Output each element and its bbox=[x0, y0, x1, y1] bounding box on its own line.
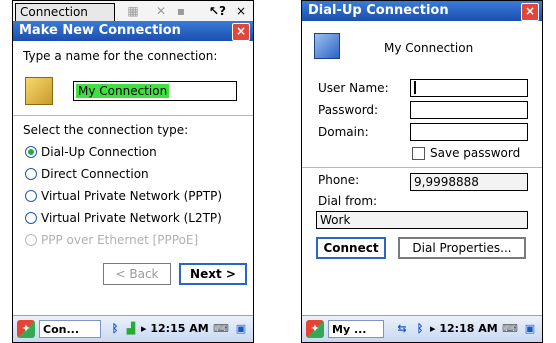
domain-input[interactable] bbox=[410, 123, 528, 141]
dialog-titlebar: Make New Connection × bbox=[13, 21, 253, 41]
option-label: Virtual Private Network (L2TP) bbox=[41, 211, 222, 225]
make-new-connection-screen: Connection ▦ ✕ ▪ ↖? × Make New Connectio… bbox=[12, 0, 254, 343]
name-prompt: Type a name for the connection: bbox=[23, 49, 218, 63]
clock[interactable]: ▸ 12:18 AM bbox=[430, 320, 498, 338]
toolbar-grid-icon[interactable]: ▦ bbox=[125, 4, 141, 18]
next-button[interactable]: Next > bbox=[179, 263, 247, 285]
task-label: My ... bbox=[332, 323, 367, 336]
taskbar-app-button[interactable]: Con... bbox=[39, 320, 101, 338]
text-cursor bbox=[414, 81, 416, 94]
toolbar-delete-icon[interactable]: ✕ bbox=[153, 4, 169, 18]
save-password-label: Save password bbox=[430, 146, 521, 160]
domain-label: Domain: bbox=[318, 125, 369, 139]
connection-icon bbox=[25, 77, 53, 105]
phone-field: 9,9998888 bbox=[410, 173, 528, 191]
save-password-checkbox[interactable] bbox=[412, 147, 425, 160]
close-button[interactable]: × bbox=[521, 3, 539, 21]
connection-name-input[interactable]: My Connection bbox=[73, 81, 237, 101]
task-label: Con... bbox=[43, 323, 79, 336]
close-button[interactable]: × bbox=[232, 23, 250, 41]
password-label: Password: bbox=[318, 103, 379, 117]
radio-icon bbox=[25, 189, 37, 202]
dialog-title: Make New Connection bbox=[19, 23, 181, 38]
option-dial-up[interactable]: Dial-Up Connection bbox=[25, 145, 157, 159]
option-label: Dial-Up Connection bbox=[41, 145, 157, 159]
connection-tab[interactable]: Connection bbox=[15, 3, 115, 21]
dial-from-field: Work bbox=[316, 211, 528, 229]
clock[interactable]: ▸ 12:15 AM bbox=[141, 320, 209, 338]
help-icon[interactable]: ↖? bbox=[209, 4, 226, 18]
radio-icon bbox=[25, 211, 37, 224]
toolbar-properties-icon[interactable]: ▪ bbox=[173, 4, 189, 18]
separator bbox=[13, 115, 253, 116]
clock-label: 12:18 AM bbox=[439, 322, 498, 335]
user-name-input[interactable] bbox=[410, 79, 528, 97]
keyboard-icon[interactable]: ⌨ bbox=[213, 320, 229, 338]
desktop-icon[interactable]: ▣ bbox=[522, 320, 538, 338]
option-label: Virtual Private Network (PPTP) bbox=[41, 189, 222, 203]
connection-name: My Connection bbox=[384, 41, 474, 55]
type-prompt: Select the connection type: bbox=[23, 123, 189, 137]
dialog-title: Dial-Up Connection bbox=[308, 3, 449, 18]
phone-value: 9,9998888 bbox=[414, 175, 479, 189]
taskbar-app-button[interactable]: My ... bbox=[328, 320, 384, 338]
back-button[interactable]: < Back bbox=[103, 263, 171, 285]
option-direct[interactable]: Direct Connection bbox=[25, 167, 149, 181]
signal-icon[interactable]: ▟ bbox=[123, 320, 139, 338]
close-app-icon[interactable]: × bbox=[233, 4, 249, 18]
app-tabbar: Connection ▦ ✕ ▪ ↖? × bbox=[13, 1, 253, 21]
dial-from-label: Dial from: bbox=[318, 194, 378, 208]
option-label: PPP over Ethernet [PPPoE] bbox=[41, 233, 199, 247]
separator bbox=[302, 167, 542, 168]
option-pppoe: PPP over Ethernet [PPPoE] bbox=[25, 233, 198, 247]
option-vpn-pptp[interactable]: Virtual Private Network (PPTP) bbox=[25, 189, 222, 203]
connection-name-value: My Connection bbox=[76, 84, 170, 98]
start-icon[interactable]: ✦ bbox=[17, 320, 35, 338]
network-status-icon[interactable]: ⇆ bbox=[394, 320, 410, 338]
network-icon bbox=[314, 33, 340, 59]
connect-button[interactable]: Connect bbox=[316, 237, 386, 259]
dialog-titlebar: Dial-Up Connection × bbox=[302, 1, 542, 21]
dial-up-connection-screen: Dial-Up Connection × My Connection User … bbox=[301, 0, 543, 343]
keyboard-icon[interactable]: ⌨ bbox=[502, 320, 518, 338]
radio-icon bbox=[25, 167, 37, 180]
bluetooth-icon[interactable]: ᛒ bbox=[107, 320, 123, 338]
clock-label: 12:15 AM bbox=[150, 322, 209, 335]
radio-selected-icon bbox=[25, 145, 37, 158]
start-icon[interactable]: ✦ bbox=[306, 320, 324, 338]
password-input[interactable] bbox=[410, 101, 528, 119]
desktop-icon[interactable]: ▣ bbox=[233, 320, 249, 338]
dial-from-value: Work bbox=[320, 213, 351, 227]
user-name-label: User Name: bbox=[318, 81, 389, 95]
option-vpn-l2tp[interactable]: Virtual Private Network (L2TP) bbox=[25, 211, 222, 225]
phone-label: Phone: bbox=[318, 173, 360, 187]
option-label: Direct Connection bbox=[41, 167, 149, 181]
bluetooth-icon[interactable]: ᛒ bbox=[412, 320, 428, 338]
taskbar: ✦ My ... ⇆ ᛒ ▸ 12:18 AM ⌨ ▣ bbox=[302, 315, 542, 342]
taskbar: ✦ Con... ᛒ ▟ ▸ 12:15 AM ⌨ ▣ bbox=[13, 315, 253, 342]
dial-properties-button[interactable]: Dial Properties... bbox=[398, 237, 526, 259]
radio-disabled-icon bbox=[25, 233, 37, 246]
